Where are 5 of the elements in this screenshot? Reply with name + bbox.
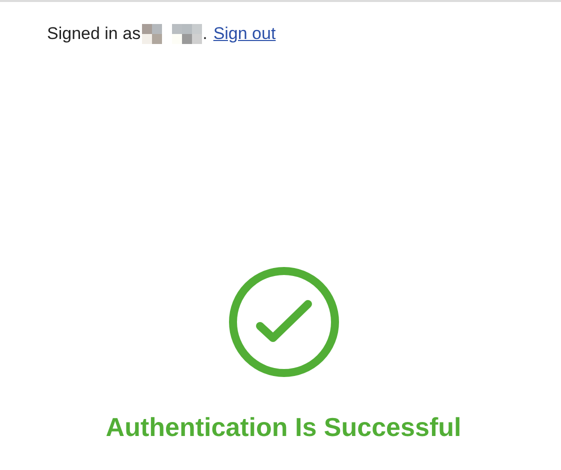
sign-out-link[interactable]: Sign out — [213, 24, 276, 44]
redacted-name-drawing — [142, 24, 202, 44]
signed-in-text: Signed in as — [47, 24, 141, 44]
punctuation-text: . — [202, 24, 208, 44]
status-title: Authentication Is Successful — [106, 412, 462, 443]
